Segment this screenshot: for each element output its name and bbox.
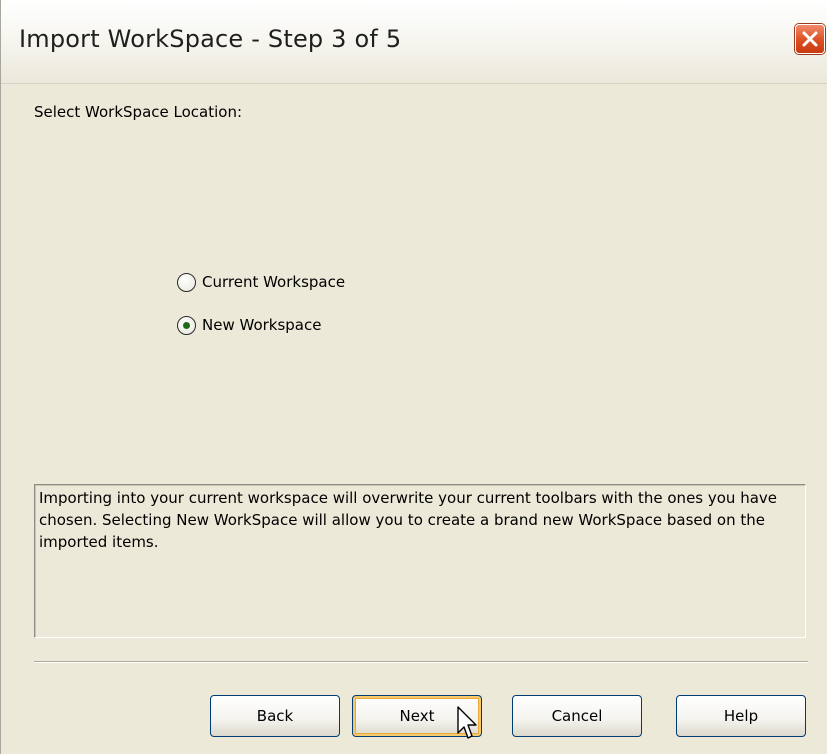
description-box: Importing into your current workspace wi… — [34, 484, 806, 638]
radio-selected-dot — [183, 321, 190, 329]
import-workspace-dialog: Import WorkSpace - Step 3 of 5 Select Wo… — [0, 0, 827, 754]
close-icon — [802, 31, 818, 47]
button-separator — [34, 661, 808, 663]
radio-button-new-workspace[interactable] — [177, 315, 196, 335]
title-bar[interactable]: Import WorkSpace - Step 3 of 5 — [1, 0, 827, 84]
radio-current-workspace[interactable]: Current Workspace — [177, 270, 345, 294]
radio-button-current-workspace[interactable] — [177, 272, 196, 292]
mouse-pointer-icon — [457, 706, 477, 739]
close-button[interactable] — [795, 24, 825, 54]
location-prompt: Select WorkSpace Location: — [34, 103, 243, 121]
dialog-title: Import WorkSpace - Step 3 of 5 — [19, 25, 402, 53]
radio-label-current-workspace[interactable]: Current Workspace — [202, 273, 345, 291]
radio-new-workspace[interactable]: New Workspace — [177, 313, 321, 337]
back-button[interactable]: Back — [210, 695, 340, 737]
radio-label-new-workspace[interactable]: New Workspace — [202, 316, 321, 334]
cancel-button[interactable]: Cancel — [512, 695, 642, 737]
help-button[interactable]: Help — [676, 695, 806, 737]
